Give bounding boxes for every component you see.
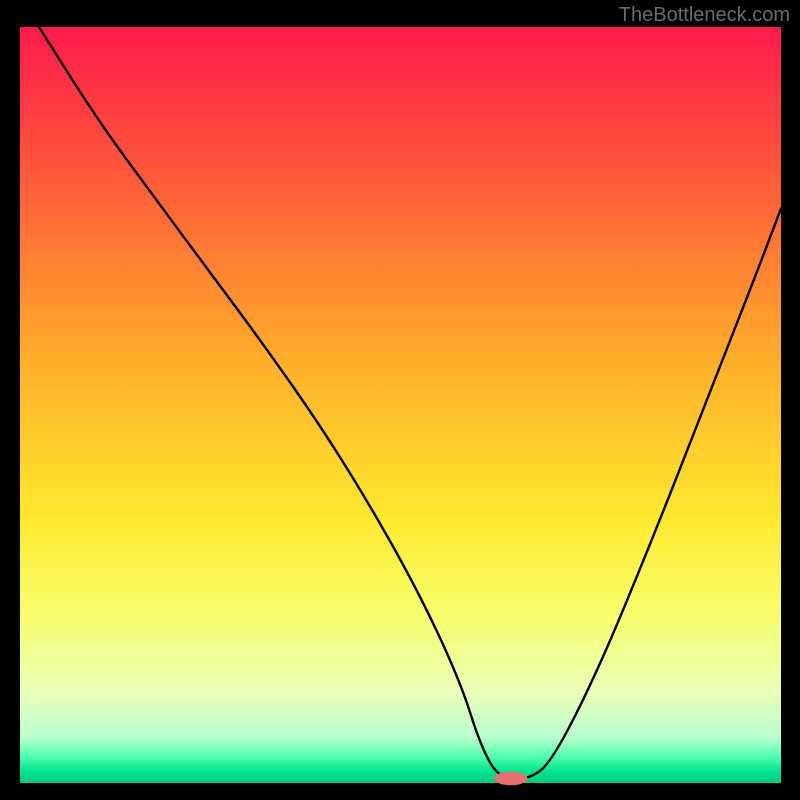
watermark-text: TheBottleneck.com bbox=[619, 4, 790, 27]
chart-frame: TheBottleneck.com bbox=[0, 0, 800, 800]
optimal-marker bbox=[494, 772, 527, 786]
plot-background bbox=[20, 27, 781, 783]
bottleneck-chart bbox=[0, 0, 800, 800]
